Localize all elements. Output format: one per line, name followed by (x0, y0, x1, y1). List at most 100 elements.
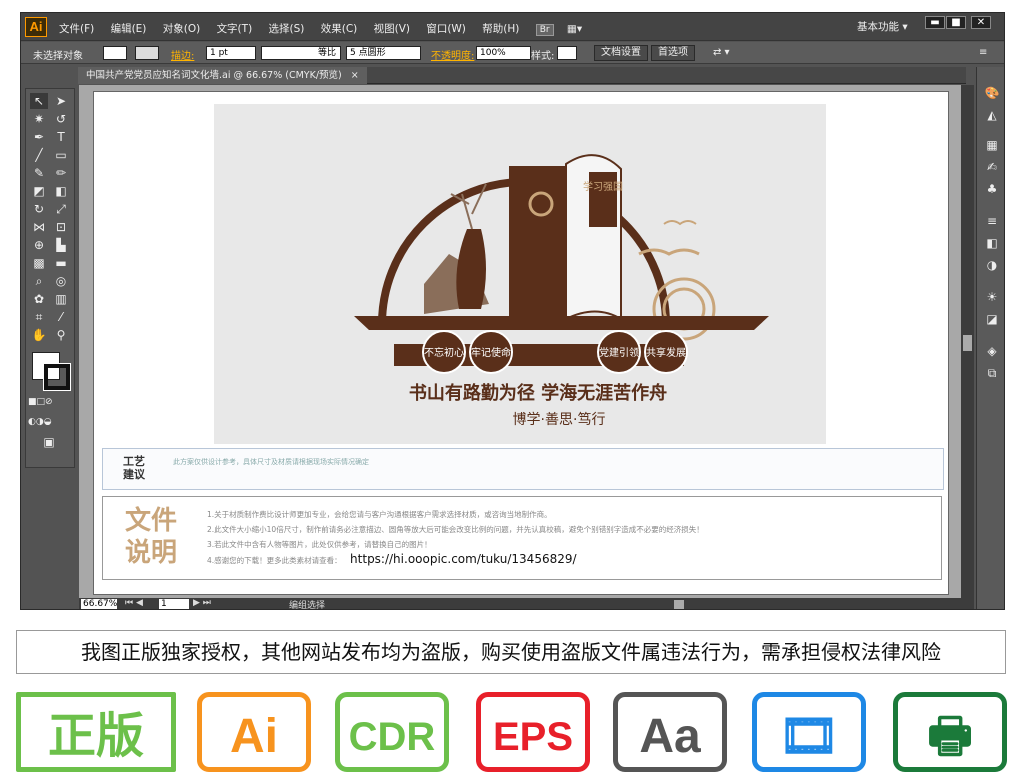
pen-tool-icon[interactable]: ✒ (30, 129, 48, 145)
preferences-button[interactable]: 首选项 (651, 45, 695, 61)
stroke-profile-select[interactable]: 等比 (261, 46, 341, 60)
page-nav-icon[interactable]: ⏮ ◀ (125, 598, 143, 608)
stroke-panel-icon[interactable]: ≡ (983, 213, 1001, 229)
color-mode-icon[interactable]: ■□⊘ (28, 394, 53, 410)
line-tool-icon[interactable]: ╱ (30, 147, 48, 163)
doc-url[interactable]: https://hi.ooopic.com/tuku/13456829/ (350, 552, 577, 566)
free-transform-icon[interactable]: ⊡ (52, 219, 70, 235)
graphic-styles-icon[interactable]: ◪ (983, 311, 1001, 327)
badge-text-4: 共享发展 (646, 346, 686, 359)
menu-bar: Ai 文件(F) 编辑(E) 对象(O) 文字(T) 选择(S) 效果(C) 视… (21, 13, 1004, 41)
eps-format-badge: EPS (476, 692, 590, 772)
menu-view[interactable]: 视图(V) (374, 23, 410, 35)
zoom-tool-icon[interactable]: ⚲ (52, 327, 70, 343)
symbol-sprayer-icon[interactable]: ✿ (30, 291, 48, 307)
slice-tool-icon[interactable]: ⁄ (52, 309, 70, 325)
color-panel-icon[interactable]: 🎨 (983, 85, 1001, 101)
magic-wand-icon[interactable]: ✷ (30, 111, 48, 127)
mesh-tool-icon[interactable]: ▩ (30, 255, 48, 271)
zoom-field[interactable]: 66.67% (81, 599, 117, 609)
menu-effect[interactable]: 效果(C) (321, 23, 358, 35)
eyedropper-icon[interactable]: ⌕ (30, 273, 48, 289)
doc-notes-lines: 1.关于材质制作费比设计师更加专业，会给您请与客户沟通根据客户需求选择材质，或咨… (207, 507, 927, 568)
direct-selection-tool-icon[interactable]: ➤ (52, 93, 70, 109)
panel-menu-icon[interactable]: ≡ (979, 47, 987, 58)
document-tab[interactable]: 中国共产党党员应知名词文化墙.ai @ 66.67% (CMYK/预览) × (78, 67, 367, 84)
selection-tool-icon[interactable]: ↖ (30, 93, 48, 109)
page-nav-next-icon[interactable]: ▶ ⏭ (193, 598, 211, 608)
menu-object[interactable]: 对象(O) (163, 23, 200, 35)
scroll-thumb[interactable] (963, 335, 972, 351)
doc-note-line: 2.此文件大小缩小10倍尺寸，制作前请务必注意描边、圆角等放大后可能会改变比例的… (207, 525, 704, 534)
minimize-button[interactable]: ▬ (925, 16, 945, 29)
vertical-scrollbar[interactable] (961, 85, 974, 598)
symbols-icon[interactable]: ♣ (983, 181, 1001, 197)
draw-mode-icon[interactable]: ◐◑◒ (28, 414, 52, 430)
hscroll-thumb[interactable] (674, 600, 684, 609)
menu-list: 文件(F) 编辑(E) 对象(O) 文字(T) 选择(S) 效果(C) 视图(V… (59, 21, 582, 36)
gradient-tool-icon[interactable]: ▬ (52, 255, 70, 271)
rotate-tool-icon[interactable]: ↻ (30, 201, 48, 217)
craft-note: 此方案仅供设计参考，具体尺寸及材质请根据现场实际情况确定 (173, 458, 369, 466)
blend-tool-icon[interactable]: ◎ (52, 273, 70, 289)
document-setup-button[interactable]: 文档设置 (594, 45, 648, 61)
doc-note-line: 3.若此文件中含有人物等图片，此处仅供参考，请替换自己的图片！ (207, 540, 432, 549)
screen-mode-icon[interactable]: ▣ (40, 434, 58, 450)
transparency-icon[interactable]: ◑ (983, 257, 1001, 273)
paintbrush-icon[interactable]: ✎ (30, 165, 48, 181)
width-tool-icon[interactable]: ⋈ (30, 219, 48, 235)
printer-icon: 🖶 (893, 692, 1007, 772)
maximize-button[interactable]: ■ (946, 16, 966, 29)
stroke-color-icon[interactable] (43, 363, 71, 391)
document-canvas[interactable]: 学习强国 不忘初心 牢记使命 党建引领 共享发展 书山有路勤为径 学海无涯苦作舟… (79, 85, 961, 598)
genuine-badge: 正版 (16, 692, 176, 772)
bridge-button[interactable]: Br (535, 24, 554, 36)
eraser-icon[interactable]: ◧ (52, 183, 70, 199)
lasso-icon[interactable]: ↺ (52, 111, 70, 127)
tab-close-icon[interactable]: × (351, 70, 359, 81)
appearance-icon[interactable]: ☀ (983, 289, 1001, 305)
menu-file[interactable]: 文件(F) (59, 23, 94, 35)
swatches-icon[interactable]: ▦ (983, 137, 1001, 153)
stroke-swatch[interactable] (135, 46, 159, 60)
style-swatch[interactable] (557, 46, 577, 60)
arrange-docs-icon[interactable]: ▦▾ (567, 23, 582, 35)
gradient-panel-icon[interactable]: ◧ (983, 235, 1001, 251)
hand-tool-icon[interactable]: ✋ (30, 327, 48, 343)
brush-select[interactable]: 5 点圆形 (346, 46, 421, 60)
workspace-switcher[interactable]: 基本功能 ▾ (857, 19, 908, 34)
scale-tool-icon[interactable]: ⤢ (52, 201, 70, 217)
page-field[interactable]: 1 (159, 599, 189, 609)
style-label: 样式: (531, 51, 555, 62)
pencil-icon[interactable]: ✏ (52, 165, 70, 181)
menu-window[interactable]: 窗口(W) (426, 23, 466, 35)
rectangle-tool-icon[interactable]: ▭ (52, 147, 70, 163)
artboards-icon[interactable]: ⧉ (983, 365, 1001, 381)
type-tool-icon[interactable]: T (52, 129, 70, 145)
opacity-field[interactable]: 100% (476, 46, 531, 60)
badge-text-1: 不忘初心 (424, 346, 464, 359)
stroke-label[interactable]: 描边: (171, 47, 194, 62)
menu-type[interactable]: 文字(T) (217, 23, 253, 35)
document-tab-bar: 中国共产党党员应知名词文化墙.ai @ 66.67% (CMYK/预览) × (78, 67, 966, 84)
menu-help[interactable]: 帮助(H) (482, 23, 519, 35)
perspective-grid-icon[interactable]: ▙ (52, 237, 70, 253)
brushes-icon[interactable]: ✍ (983, 159, 1001, 175)
doc-note-line: 1.关于材质制作费比设计师更加专业，会给您请与客户沟通根据客户需求选择材质，或咨… (207, 510, 552, 519)
color-guide-icon[interactable]: ◭ (983, 107, 1001, 123)
opacity-label[interactable]: 不透明度: (431, 47, 474, 62)
close-button[interactable]: ✕ (971, 16, 991, 29)
graph-tool-icon[interactable]: ▥ (52, 291, 70, 307)
menu-select[interactable]: 选择(S) (269, 23, 305, 35)
menu-edit[interactable]: 编辑(E) (111, 23, 147, 35)
craft-title: 工艺 建议 (123, 455, 145, 481)
doc-note-line: 4.感谢您的下载！更多此类素材请查看： https://hi.ooopic.co… (207, 552, 577, 566)
artboard-tool-icon[interactable]: ⌗ (30, 309, 48, 325)
layers-icon[interactable]: ◈ (983, 343, 1001, 359)
blob-brush-icon[interactable]: ◩ (30, 183, 48, 199)
headline-text: 书山有路勤为径 学海无涯苦作舟 (409, 382, 667, 404)
stroke-weight-field[interactable]: 1 pt (206, 46, 256, 60)
fill-swatch[interactable] (103, 46, 127, 60)
shape-builder-icon[interactable]: ⊕ (30, 237, 48, 253)
arrange-icon[interactable]: ⇄ ▾ (713, 47, 730, 58)
